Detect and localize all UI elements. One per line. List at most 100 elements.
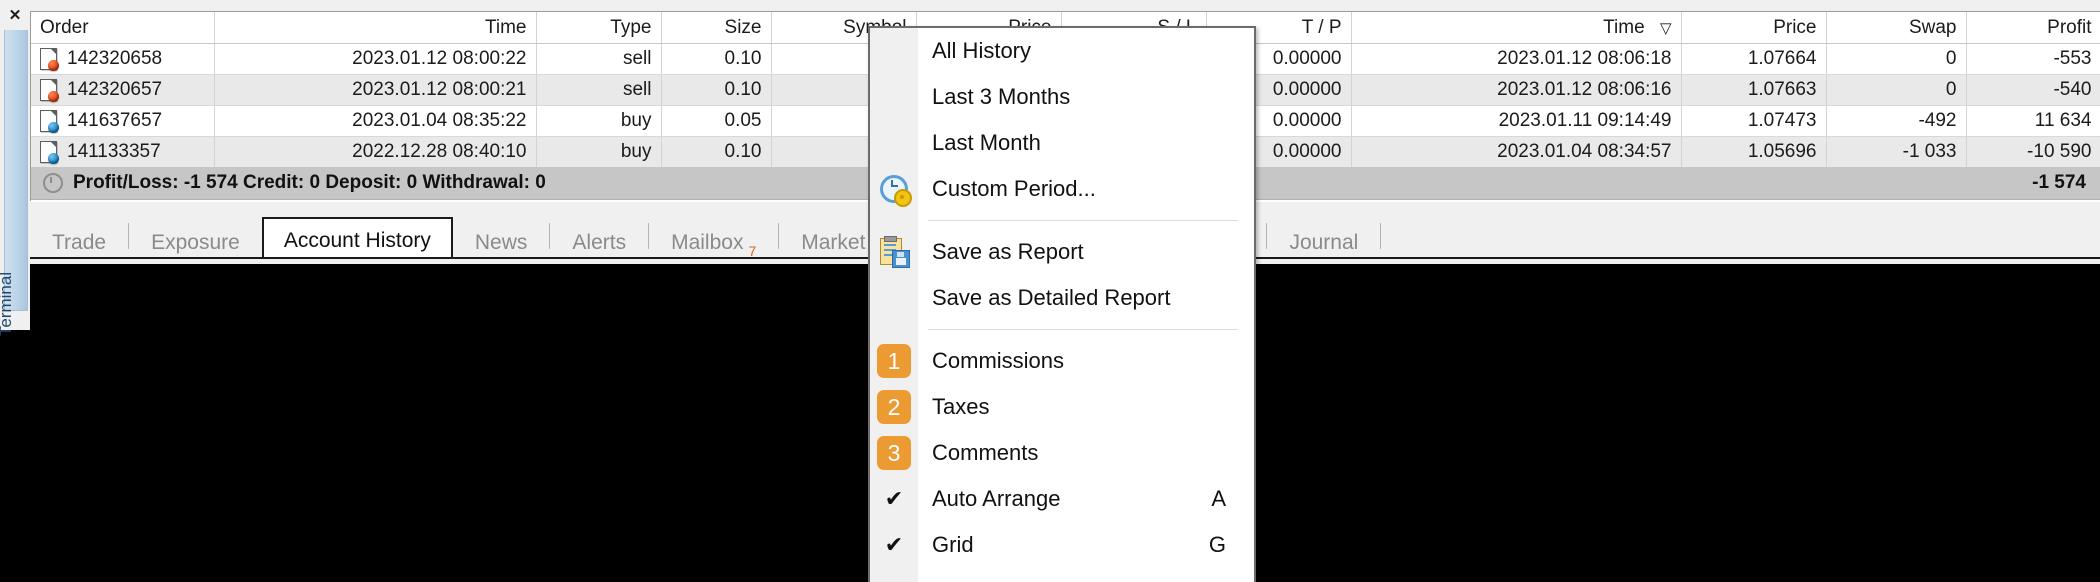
menu-item-last-3-months[interactable]: Last 3 Months [870,74,1254,120]
menu-icon-slot: 1 [870,338,918,384]
menu-item-label: Save as Report [932,239,1084,264]
cell-profit: -540 [1966,74,2100,106]
tab-label: Account History [283,229,431,252]
menu-item-label: Grid [932,532,974,557]
column-header-price-close[interactable]: Price [1681,12,1827,44]
cell-profit: 11 634 [1966,105,2100,137]
menu-icon-slot: 2 [870,384,918,430]
menu-item-label: Last 3 Months [932,84,1071,109]
tab-label: Alerts [572,231,627,254]
menu-item-all-history[interactable]: All History [870,28,1254,74]
tab-separator [1380,223,1382,249]
cell-size: 0.10 [661,136,772,168]
column-header-order[interactable]: Order [31,12,215,44]
document-red-icon [40,78,59,102]
cell-order: 142320657 [31,74,215,106]
menu-item-auto-arrange[interactable]: ✔ Auto Arrange A [870,476,1254,522]
checkmark-icon: ✔ [884,532,904,557]
menu-item-save-as-detailed-report[interactable]: Save as Detailed Report [870,275,1254,321]
menu-separator [928,220,1238,221]
cell-swap: -1 033 [1826,136,1967,168]
save-report-icon [879,236,910,268]
account-history-context-menu[interactable]: All History Last 3 Months Last Month Cus… [868,26,1256,582]
column-header-profit[interactable]: Profit [1966,12,2100,44]
panel-top-gap [30,0,2100,11]
menu-icon-slot: 3 [870,430,918,476]
cell-time-open: 2023.01.04 08:35:22 [214,105,537,137]
menu-icon-slot [870,275,918,321]
cell-profit: -553 [1966,43,2100,75]
document-red-icon [40,47,59,71]
close-icon[interactable]: ✕ [0,0,30,30]
cell-order-value: 141133357 [67,141,161,162]
cell-order-value: 141637657 [67,110,163,131]
menu-item-label: Commissions [932,348,1065,373]
cell-profit: -10 590 [1966,136,2100,168]
menu-icon-slot: ✔ [870,476,918,522]
column-header-time-close-label: Time [1603,16,1645,38]
cell-swap: 0 [1826,74,1967,106]
sort-desc-icon: ▽ [1659,19,1672,37]
menu-item-custom-period[interactable]: Custom Period... [870,166,1254,212]
cell-time-close: 2023.01.12 08:06:16 [1351,74,1682,106]
cell-price-close: 1.05696 [1681,136,1827,168]
cell-time-open: 2023.01.12 08:00:22 [214,43,537,75]
document-blue-icon [40,140,59,164]
cell-size: 0.10 [661,74,772,106]
menu-item-last-month[interactable]: Last Month [870,120,1254,166]
menu-icon-slot [870,120,918,166]
tab-label: Exposure [151,231,240,254]
cell-swap: -492 [1826,105,1967,137]
menu-item-shortcut: A [1211,486,1226,511]
cell-time-close: 2023.01.11 09:14:49 [1351,105,1682,137]
tab-label: Journal [1289,231,1359,254]
menu-icon-slot [870,229,918,275]
menu-item-save-as-report[interactable]: Save as Report [870,229,1254,275]
vertical-tab-terminal[interactable]: Terminal [0,30,28,336]
column-header-size[interactable]: Size [661,12,772,44]
menu-item-label: Auto Arrange [932,486,1061,511]
column-header-time-close[interactable]: Time ▽ [1351,12,1682,44]
cell-time-open: 2023.01.12 08:00:21 [214,74,537,106]
menu-item-comments[interactable]: 3 Comments [870,430,1254,476]
cell-order-value: 142320658 [67,48,163,69]
badge-2-icon: 2 [877,390,911,424]
menu-icon-slot [870,28,918,74]
menu-item-label: Custom Period... [932,176,1096,201]
summary-text: Profit/Loss: -1 574 Credit: 0 Deposit: 0… [73,172,546,193]
cell-type: sell [536,74,662,106]
menu-item-label: Comments [932,440,1039,465]
cell-order-value: 142320657 [67,79,163,100]
summary-total: -1 574 [2032,172,2086,193]
cell-type: sell [536,43,662,75]
menu-item-label: Taxes [932,394,990,419]
badge-3-icon: 3 [877,436,911,470]
menu-item-taxes[interactable]: 2 Taxes [870,384,1254,430]
cell-time-close: 2023.01.12 08:06:18 [1351,43,1682,75]
tab-label: News [474,231,528,254]
terminal-side-strip: ✕ Terminal [0,0,30,336]
checkmark-icon: ✔ [884,486,904,511]
cell-order: 141637657 [31,105,215,137]
cell-order: 142320658 [31,43,215,75]
cell-price-close: 1.07664 [1681,43,1827,75]
menu-item-label: Save as Detailed Report [932,285,1171,310]
menu-icon-slot: ✔ [870,522,918,568]
mt4-terminal-screenshot: ✕ Terminal Order Time Type Size Symbol P… [0,0,2100,582]
menu-item-label: All History [932,38,1032,63]
column-header-swap[interactable]: Swap [1826,12,1967,44]
cell-price-close: 1.07663 [1681,74,1827,106]
menu-item-commissions[interactable]: 1 Commissions [870,338,1254,384]
document-blue-icon [40,109,59,133]
menu-item-label: Last Month [932,130,1041,155]
menu-item-grid[interactable]: ✔ Grid G [870,522,1254,568]
badge-1-icon: 1 [877,344,911,378]
info-icon [43,173,63,193]
tab-label: Trade [52,231,107,254]
menu-icon-slot [870,74,918,120]
cell-time-open: 2022.12.28 08:40:10 [214,136,537,168]
column-header-time-open[interactable]: Time [214,12,537,44]
menu-separator [928,329,1238,330]
column-header-type[interactable]: Type [536,12,662,44]
tab-label: Mailbox [671,231,744,254]
